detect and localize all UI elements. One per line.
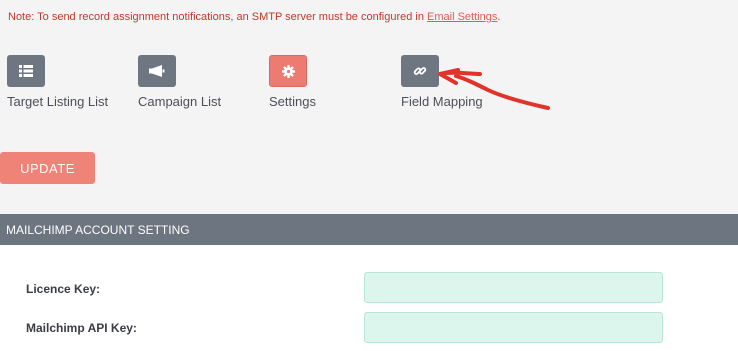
licence-key-label: Licence Key: [26, 282, 101, 296]
email-settings-link[interactable]: Email Settings [427, 11, 497, 23]
campaign-list-button[interactable] [138, 55, 176, 87]
link-icon [413, 64, 427, 78]
mailchimp-api-key-input[interactable] [364, 312, 663, 343]
update-button[interactable]: UPDATE [0, 152, 95, 184]
field-mapping-button[interactable] [401, 55, 439, 87]
target-listing-list-item[interactable]: Target Listing List [7, 55, 108, 109]
mailchimp-account-setting-header: MAILCHIMP ACCOUNT SETTING [0, 214, 738, 245]
smtp-note-suffix: . [497, 11, 501, 23]
campaign-list-item[interactable]: Campaign List [138, 55, 221, 109]
list-icon [19, 65, 33, 77]
smtp-note: Note: To send record assignment notifica… [8, 11, 500, 23]
target-listing-list-label[interactable]: Target Listing List [7, 94, 108, 109]
smtp-note-text: Note: To send record assignment notifica… [8, 11, 428, 23]
target-listing-list-button[interactable] [7, 55, 45, 87]
megaphone-icon [149, 65, 165, 77]
settings-item[interactable]: Settings [269, 55, 316, 109]
licence-key-input[interactable] [364, 272, 663, 303]
campaign-list-label[interactable]: Campaign List [138, 94, 221, 109]
field-mapping-label[interactable]: Field Mapping [401, 94, 483, 109]
mailchimp-api-key-label: Mailchimp API Key: [26, 321, 137, 335]
field-mapping-item[interactable]: Field Mapping [401, 55, 483, 109]
settings-label[interactable]: Settings [269, 94, 316, 109]
settings-button[interactable] [269, 55, 307, 87]
gear-icon [281, 64, 295, 78]
